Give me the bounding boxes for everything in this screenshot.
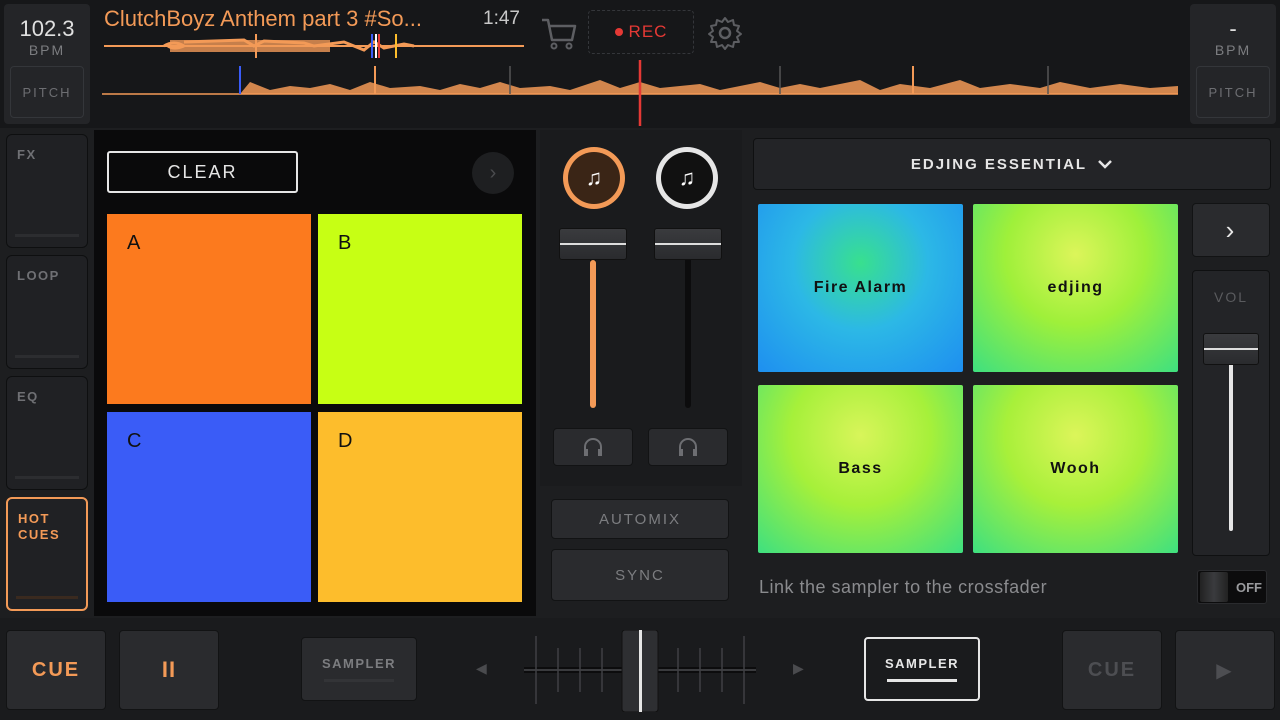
left-channel-fader[interactable] [559,228,627,260]
tab-hot-cues-label: HOT CUES [18,511,61,542]
toggle-label: OFF [1236,579,1262,595]
right-headphone-button[interactable] [648,428,728,466]
hot-cue-pad-label: D [338,430,353,452]
sampler-next-button[interactable]: › [1192,203,1270,257]
sampler-pad-label: edjing [1047,279,1104,296]
left-channel-track [590,240,596,408]
right-channel-fader[interactable] [654,228,722,260]
right-sampler-indicator [887,679,957,682]
left-sampler-indicator [324,679,394,682]
sampler-pad-wooh[interactable]: Wooh [973,385,1178,553]
left-pause-button[interactable]: II [119,630,219,710]
headphone-icon [584,438,602,456]
right-pitch-button[interactable]: PITCH [1196,66,1270,118]
chevron-down-icon [1098,160,1112,169]
crossfader-right-arrow-icon[interactable]: ▶ [793,660,804,677]
tab-fx[interactable]: FX [6,134,88,248]
right-bpm-panel: - BPM PITCH [1190,4,1276,124]
sampler-pad-label: Wooh [1050,460,1101,477]
tab-loop-label: LOOP [17,268,60,283]
track-title: ClutchBoyz Anthem part 3 #So... [104,6,422,31]
hot-cue-pad-b[interactable]: B [318,214,522,404]
vol-slider-handle[interactable] [1203,333,1259,365]
sync-button[interactable]: SYNC [551,549,729,601]
left-bpm-value: 102.3 [19,16,75,41]
sampler-volume-panel: VOL [1192,270,1270,556]
right-cue-button[interactable]: CUE [1062,630,1162,710]
main-waveform[interactable] [100,60,1180,126]
sampler-pack-label: EDJING ESSENTIAL [910,155,1088,173]
clear-button[interactable]: CLEAR [107,151,298,193]
sampler-pack-selector[interactable]: EDJING ESSENTIAL [753,138,1271,190]
hot-cues-panel: CLEAR › A B C D [94,130,536,616]
hot-cue-pad-label: A [127,232,141,254]
shopping-cart-icon[interactable] [538,12,578,52]
crossfader-left-arrow-icon[interactable]: ◀ [476,660,487,677]
hot-cue-pad-label: B [338,232,352,254]
left-pitch-button[interactable]: PITCH [10,66,84,118]
left-sampler-label: SAMPLER [321,656,397,671]
left-bpm-panel: 102.3 BPM PITCH [4,4,90,124]
hot-cue-pad-d[interactable]: D [318,412,522,602]
top-bar: 102.3 BPM PITCH ClutchBoyz Anthem part 3… [0,0,1280,128]
sampler-pad-label: Fire Alarm [813,279,908,296]
right-sampler-button[interactable]: SAMPLER [864,637,980,701]
right-load-track-button[interactable]: ♫ [656,147,718,209]
right-sampler-label: SAMPLER [884,656,960,671]
mini-waveform[interactable] [104,34,524,58]
vol-label: VOL [1213,289,1248,305]
right-channel-track [685,240,691,408]
left-channel-level [590,260,596,408]
music-note-icon: ♫ [568,152,620,204]
tab-fx-label: FX [17,147,37,162]
hot-cue-pad-a[interactable]: A [107,214,311,404]
toggle-knob [1200,572,1228,602]
automix-button[interactable]: AUTOMIX [551,499,729,539]
right-bpm-label: BPM [1214,42,1252,58]
left-headphone-button[interactable] [553,428,633,466]
tab-eq[interactable]: EQ [6,376,88,490]
tab-loop[interactable]: LOOP [6,255,88,369]
sampler-pad-label: Bass [838,460,883,477]
hot-cue-pad-label: C [127,430,142,452]
gear-icon[interactable] [706,14,744,52]
rec-label: REC [628,22,668,41]
right-play-button[interactable]: ▶ [1175,630,1275,710]
sampler-pad-bass[interactable]: Bass [758,385,963,553]
sampler-pad-edjing[interactable]: edjing [973,204,1178,372]
headphone-icon [679,438,697,456]
rec-dot-icon [614,28,623,36]
tab-eq-label: EQ [17,389,39,404]
chevron-right-icon[interactable]: › [472,152,514,194]
right-bpm-value: - [1229,16,1237,41]
tab-hot-cues[interactable]: HOT CUES [6,497,88,611]
vol-track [1229,347,1233,531]
left-load-track-button[interactable]: ♫ [563,147,625,209]
left-sampler-button[interactable]: SAMPLER [301,637,417,701]
crossfader[interactable] [520,630,760,712]
track-time: 1:47 [483,8,520,29]
rec-button[interactable]: REC [588,10,694,54]
sampler-pad-fire-alarm[interactable]: Fire Alarm [758,204,963,372]
crossfader-link-text: Link the sampler to the crossfader [759,577,1048,597]
left-bpm-label: BPM [28,42,66,58]
left-cue-button[interactable]: CUE [6,630,106,710]
mixer-panel: ♫ ♫ [540,130,742,486]
crossfader-link-toggle[interactable]: OFF [1197,570,1267,604]
music-note-icon: ♫ [661,152,713,204]
hot-cue-pad-c[interactable]: C [107,412,311,602]
